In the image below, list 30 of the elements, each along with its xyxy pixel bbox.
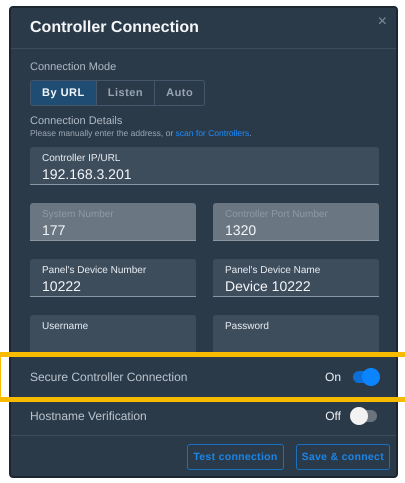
text-field[interactable]: Username xyxy=(30,315,196,353)
text-field[interactable]: Panel's Device Name Device 10222 xyxy=(213,259,379,297)
mode-tab[interactable]: Listen xyxy=(96,81,154,105)
toggle-label: Hostname Verification xyxy=(30,409,148,423)
hint-text: Please manually enter the address, or scan for Controllers. xyxy=(30,128,253,138)
field-label: Panel's Device Name xyxy=(225,265,322,277)
field-value[interactable]: 192.168.3.201 xyxy=(42,166,367,182)
toggle-state: Off xyxy=(325,409,341,423)
toggle-switch[interactable] xyxy=(353,410,377,422)
field-label: Controller IP/URL xyxy=(42,153,122,165)
mode-tab[interactable]: Auto xyxy=(154,81,204,105)
field-label: Username xyxy=(42,321,90,333)
field-value[interactable]: Device 10222 xyxy=(225,278,367,294)
toggle-label: Secure Controller Connection xyxy=(30,370,188,384)
text-field[interactable]: Panel's Device Number 10222 xyxy=(30,259,196,297)
section-heading: Connection Mode xyxy=(30,61,118,73)
text-field[interactable]: Password xyxy=(213,315,379,353)
field-label: Panel's Device Number xyxy=(42,265,148,277)
action-button[interactable]: Save & connect xyxy=(296,444,390,470)
toggle-switch[interactable] xyxy=(353,371,377,383)
close-button[interactable]: × xyxy=(378,14,387,30)
action-button[interactable]: Test connection xyxy=(187,444,284,470)
field-label: Password xyxy=(225,321,270,333)
text-field[interactable]: Controller IP/URL 192.168.3.201 xyxy=(30,147,379,185)
scan-link[interactable]: scan for Controllers xyxy=(176,128,250,138)
mode-tab[interactable]: By URL xyxy=(31,81,96,105)
section-heading: Connection Details xyxy=(30,115,124,127)
toggle-state: On xyxy=(324,370,341,384)
dialog-title: Controller Connection xyxy=(30,19,199,37)
field-value[interactable]: 10222 xyxy=(42,278,184,294)
